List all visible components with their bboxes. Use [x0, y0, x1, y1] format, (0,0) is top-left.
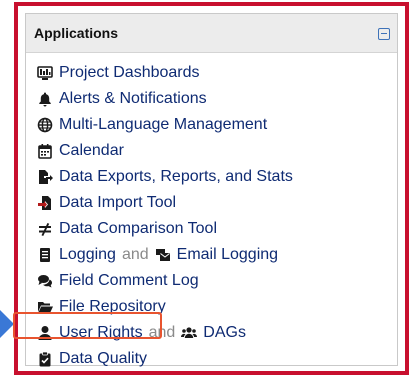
globe-icon	[37, 117, 53, 133]
calendar-icon	[37, 143, 53, 159]
not-equal-icon	[37, 221, 53, 237]
file-import-icon	[37, 195, 53, 211]
list-item-logging: Logging and Email Logging	[37, 244, 278, 266]
field-comment-link[interactable]: Field Comment Log	[59, 272, 199, 290]
data-quality-link[interactable]: Data Quality	[59, 350, 147, 368]
logging-icon	[37, 247, 53, 263]
list-item-project-dashboards[interactable]: Project Dashboards	[37, 62, 200, 84]
list-item-data-import[interactable]: Data Import Tool	[37, 192, 176, 214]
panel-title: Applications	[34, 25, 119, 41]
collapse-button[interactable]	[378, 28, 390, 40]
mail-bulk-icon	[155, 247, 171, 263]
and-connector: and	[121, 246, 149, 263]
list-item-alerts[interactable]: Alerts & Notifications	[37, 88, 207, 110]
list-item-data-exports[interactable]: Data Exports, Reports, and Stats	[37, 166, 293, 188]
data-exports-link[interactable]: Data Exports, Reports, and Stats	[59, 168, 293, 186]
file-export-icon	[37, 169, 53, 185]
list-item-data-quality[interactable]: Data Quality	[37, 348, 147, 370]
list-item-calendar[interactable]: Calendar	[37, 140, 124, 162]
logging-link[interactable]: Logging	[59, 246, 116, 264]
email-logging-link[interactable]: Email Logging	[177, 246, 278, 264]
users-icon	[181, 325, 198, 341]
list-item-multi-language[interactable]: Multi-Language Management	[37, 114, 267, 136]
panel-header: Applications	[26, 14, 397, 53]
pointer-arrow-icon	[0, 310, 14, 338]
data-import-link[interactable]: Data Import Tool	[59, 194, 176, 212]
dashboard-icon	[37, 65, 53, 81]
user-rights-highlight	[13, 312, 162, 339]
list-item-data-comparison[interactable]: Data Comparison Tool	[37, 218, 217, 240]
dags-link[interactable]: DAGs	[203, 324, 246, 342]
project-dashboards-link[interactable]: Project Dashboards	[59, 64, 200, 82]
clipboard-check-icon	[37, 351, 53, 367]
multi-language-link[interactable]: Multi-Language Management	[59, 116, 267, 134]
data-comparison-link[interactable]: Data Comparison Tool	[59, 220, 217, 238]
alerts-notifications-link[interactable]: Alerts & Notifications	[59, 90, 207, 108]
comments-icon	[37, 273, 53, 289]
list-item-field-comment[interactable]: Field Comment Log	[37, 270, 199, 292]
calendar-link[interactable]: Calendar	[59, 142, 124, 160]
bell-icon	[37, 91, 53, 107]
